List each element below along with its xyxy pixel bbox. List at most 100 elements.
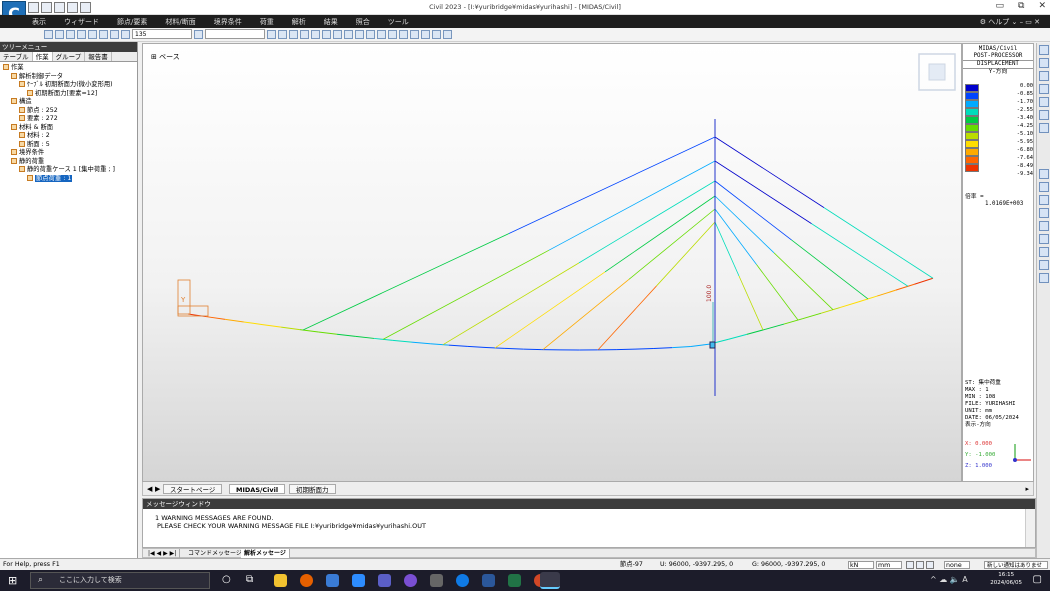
group-selector-combo[interactable]	[205, 29, 265, 39]
iso-icon[interactable]	[1038, 221, 1049, 231]
menu-analysis[interactable]: 解析	[292, 17, 306, 27]
print-icon[interactable]	[67, 2, 78, 13]
hidden-icon[interactable]	[355, 29, 364, 39]
rotate-icon[interactable]	[300, 29, 309, 39]
side-view-icon[interactable]	[333, 29, 342, 39]
tree-node[interactable]: 静的荷重	[0, 157, 137, 167]
zoom-window-icon[interactable]	[278, 29, 287, 39]
render-icon[interactable]	[421, 29, 430, 39]
tree-node[interactable]: 要素 : 272	[0, 115, 137, 124]
zoom-in-icon[interactable]	[1038, 45, 1049, 55]
menu-help[interactable]: ⚙ ヘルプ ⌄ – ▭ ✕	[980, 17, 1040, 27]
menu-tools[interactable]: ツール	[388, 17, 409, 27]
open-file-icon[interactable]	[41, 2, 52, 13]
tab-command-message[interactable]: コマンドメッセージ	[185, 549, 246, 558]
firefox-icon[interactable]	[300, 574, 313, 587]
tab-start-page[interactable]: スタートページ	[163, 484, 223, 494]
menu-material-section[interactable]: 材料/断面	[165, 17, 195, 27]
task-view-icon[interactable]: ⧉	[246, 574, 253, 585]
filter-icon[interactable]	[1038, 260, 1049, 270]
tab-initial-force[interactable]: 初期断面力	[289, 484, 336, 494]
app-icon-4[interactable]	[430, 574, 443, 587]
none-select[interactable]: none	[944, 561, 970, 569]
tab-table[interactable]: テーブル	[0, 52, 33, 61]
notification-center-icon[interactable]: ▢	[1033, 574, 1042, 585]
app-icon-3[interactable]	[404, 574, 417, 587]
tree-node[interactable]: 初期断面力[要素=12]	[0, 89, 137, 99]
windows-start-icon[interactable]: ⊞	[8, 574, 17, 587]
unselect-icon[interactable]	[88, 29, 97, 39]
front-view-icon[interactable]	[311, 29, 320, 39]
rotate-icon[interactable]	[1038, 110, 1049, 120]
activate-icon[interactable]	[110, 29, 119, 39]
tray-icons[interactable]: ^ ☁ 🔈 A	[930, 575, 968, 584]
new-file-icon[interactable]	[28, 2, 39, 13]
fit-icon[interactable]	[1038, 84, 1049, 94]
tree-node[interactable]: 断面 : 5	[0, 140, 137, 150]
tab-analysis-message[interactable]: 解析メッセージ	[241, 549, 290, 558]
force-unit-select[interactable]: kN	[848, 561, 874, 569]
save-icon[interactable]	[54, 2, 65, 13]
minimize-button[interactable]: ▭	[996, 1, 1005, 11]
zoom-fit-icon[interactable]	[267, 29, 276, 39]
close-button[interactable]: ✕	[1038, 1, 1046, 11]
menu-boundary[interactable]: 境界条件	[214, 17, 242, 27]
zoom-out-icon[interactable]	[1038, 58, 1049, 68]
lock-icon[interactable]	[443, 29, 452, 39]
select-all-icon[interactable]	[77, 29, 86, 39]
dropdown-icon[interactable]	[194, 29, 203, 39]
taskbar-clock[interactable]: 16:15 2024/06/05	[990, 571, 1022, 587]
tree-node[interactable]: 節点 : 252	[0, 106, 137, 116]
restore-button[interactable]: ⧉	[1018, 1, 1024, 11]
zoom-window-icon[interactable]	[1038, 71, 1049, 81]
top-view-icon[interactable]	[322, 29, 331, 39]
perspective-icon[interactable]	[377, 29, 386, 39]
iso-view-icon[interactable]	[344, 29, 353, 39]
zoom-icon[interactable]	[352, 574, 365, 587]
tree-node[interactable]: 材料 : 2	[0, 132, 137, 141]
app-icon-2[interactable]	[378, 574, 391, 587]
word-icon[interactable]	[482, 574, 495, 587]
tab-work[interactable]: 作業	[32, 52, 53, 61]
menu-check[interactable]: 照合	[356, 17, 370, 27]
tree-node[interactable]: ｹｰﾌﾞﾙ 初期断面力(微小変形用)	[0, 81, 137, 90]
tree-node[interactable]: 解析制御データ	[0, 72, 137, 82]
select-icon[interactable]	[44, 29, 53, 39]
pan-icon[interactable]	[289, 29, 298, 39]
menu-results[interactable]: 結果	[324, 17, 338, 27]
ortho-icon[interactable]	[926, 561, 934, 569]
move-icon[interactable]	[1038, 169, 1049, 179]
length-unit-select[interactable]: mm	[876, 561, 902, 569]
menu-view[interactable]: 表示	[32, 17, 46, 27]
menu-load[interactable]: 荷重	[260, 17, 274, 27]
grid-snap-icon[interactable]	[916, 561, 924, 569]
tab-scroll-left-icon[interactable]: ◀	[147, 485, 152, 493]
message-scrollbar[interactable]	[1025, 509, 1035, 547]
hscroll-right-icon[interactable]: ▸	[1025, 485, 1029, 493]
mesh-icon[interactable]	[432, 29, 441, 39]
grid-icon[interactable]	[1038, 247, 1049, 257]
midas-civil-taskbar-icon[interactable]	[540, 572, 560, 589]
taskbar-search-input[interactable]: ここに入力して検索	[30, 572, 210, 589]
tab-group[interactable]: グループ	[53, 52, 86, 61]
table-icon[interactable]	[1038, 273, 1049, 283]
bridge-model-svg[interactable]: Y 100.0	[143, 44, 962, 482]
tree-node[interactable]: 節点荷重 : 1	[0, 174, 137, 184]
cortana-icon[interactable]: ○	[222, 574, 231, 585]
snap-icon[interactable]	[906, 561, 914, 569]
redraw-icon[interactable]	[388, 29, 397, 39]
front-icon[interactable]	[1038, 182, 1049, 192]
initial-view-icon[interactable]	[399, 29, 408, 39]
tab-scroll-right-icon[interactable]: ▶	[155, 485, 160, 493]
view-cube-icon[interactable]	[918, 53, 956, 91]
tree-node[interactable]: 材料 & 断面	[0, 123, 137, 133]
edge-icon[interactable]	[456, 574, 469, 587]
tree-node[interactable]: 静的荷重ケース 1 [集中荷重 ; ]	[0, 166, 137, 175]
message-tab-nav-icon[interactable]: |◀ ◀ ▶ ▶|	[145, 549, 181, 558]
model-view[interactable]: ⊞ ベース Y 100.0	[142, 43, 962, 482]
menu-wizard[interactable]: ウィザード	[64, 17, 99, 27]
orbit-icon[interactable]	[1038, 123, 1049, 133]
filter-icon[interactable]	[66, 29, 75, 39]
side-icon[interactable]	[1038, 208, 1049, 218]
shrink-icon[interactable]	[366, 29, 375, 39]
